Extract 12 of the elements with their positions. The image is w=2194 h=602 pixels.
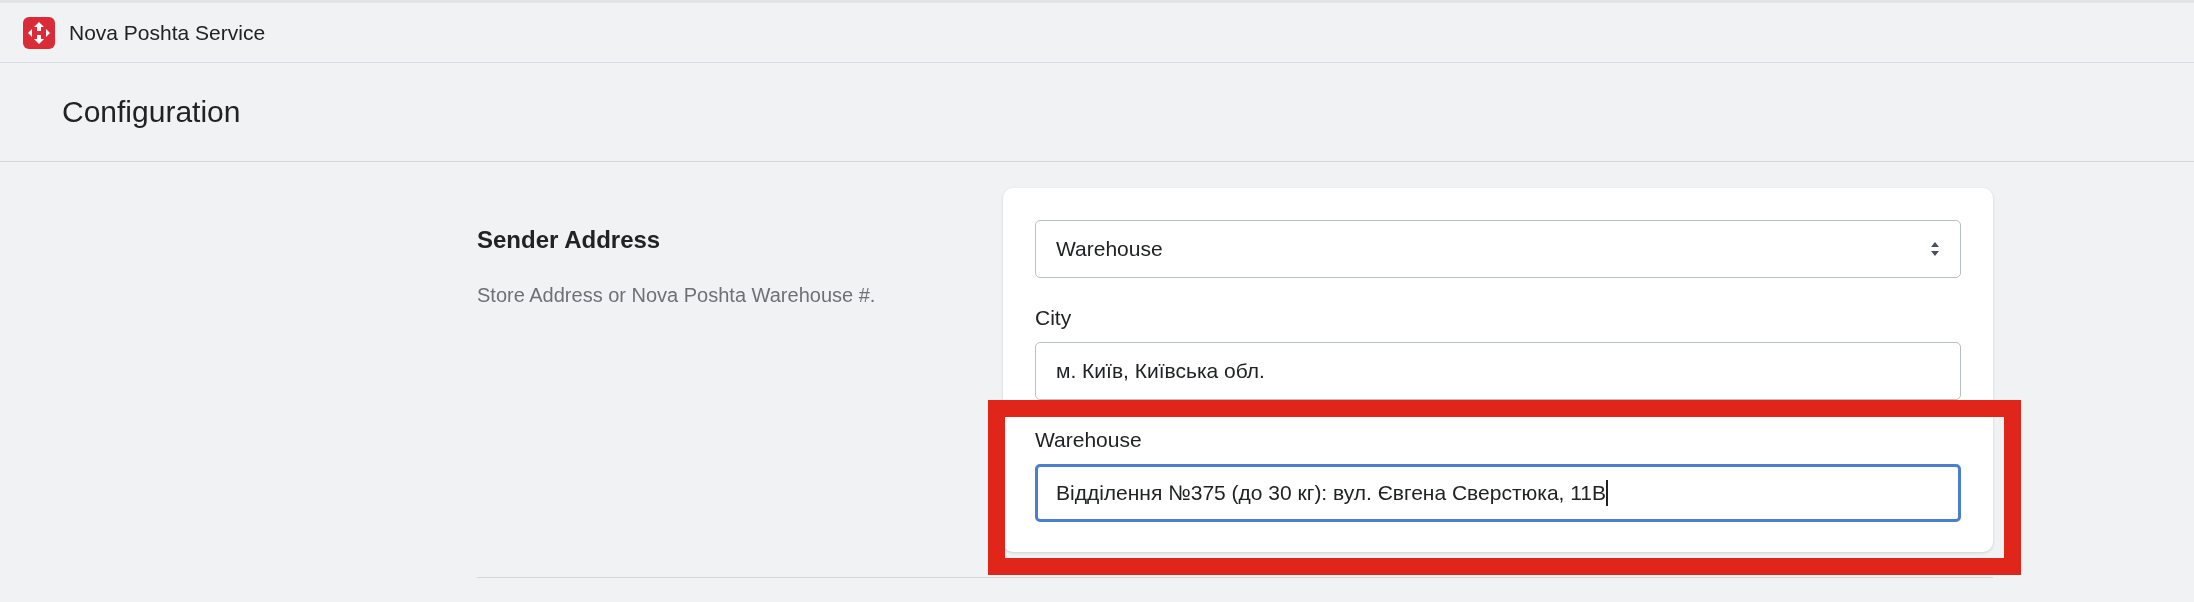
- text-field[interactable]: м. Київ, Київська обл.: [1035, 342, 1961, 400]
- section-description: Store Address or Nova Poshta Warehouse #.: [477, 284, 877, 307]
- field-label: Warehouse: [1035, 428, 1143, 452]
- app-title: Nova Poshta Service: [69, 20, 266, 45]
- logo-icon: [23, 16, 55, 49]
- field-label: City: [1035, 306, 1073, 330]
- page-title: Configuration: [62, 95, 241, 129]
- section-title: Sender Address: [477, 226, 662, 254]
- sort-arrows-icon: [1930, 241, 1940, 257]
- text-field[interactable]: Відділення №375 (до 30 кг): вул. Євгена Сверстюка, 11В: [1035, 464, 1961, 522]
- address-type-select[interactable]: Warehouse: [1035, 220, 1961, 278]
- text-cursor: [1606, 480, 1609, 506]
